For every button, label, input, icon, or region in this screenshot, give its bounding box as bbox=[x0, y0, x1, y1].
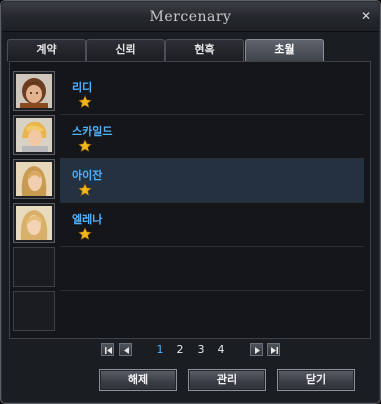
mercenary-name: 아이잔 bbox=[72, 169, 103, 182]
empty-slot bbox=[13, 291, 55, 331]
portrait-elena[interactable] bbox=[13, 203, 55, 243]
list-item bbox=[60, 247, 364, 291]
tab-bar: 계약 신뢰 현혹 초월 bbox=[7, 39, 325, 61]
star-icon bbox=[78, 139, 92, 153]
star-icon bbox=[78, 183, 92, 197]
page-number[interactable]: 1 bbox=[154, 343, 166, 356]
tab-transcend[interactable]: 초월 bbox=[245, 39, 324, 61]
first-page-icon[interactable] bbox=[101, 343, 114, 356]
list-item bbox=[60, 291, 364, 335]
mercenary-name: 엘레나 bbox=[72, 213, 103, 226]
portrait-aizan[interactable] bbox=[13, 159, 55, 199]
portrait-lidi[interactable] bbox=[13, 71, 55, 111]
tab-charm[interactable]: 현혹 bbox=[165, 39, 244, 61]
prev-page-icon[interactable] bbox=[119, 343, 132, 356]
page-number[interactable]: 4 bbox=[215, 343, 227, 356]
mercenary-list: 리디 스카일드 아이잔 엘레나 bbox=[60, 71, 364, 335]
page-number[interactable]: 2 bbox=[174, 343, 186, 356]
close-button[interactable]: 닫기 bbox=[277, 369, 355, 391]
empty-slot bbox=[13, 247, 55, 287]
star-icon bbox=[78, 227, 92, 241]
next-page-icon[interactable] bbox=[250, 343, 263, 356]
list-item[interactable]: 엘레나 bbox=[60, 203, 364, 247]
mercenary-name: 스카일드 bbox=[72, 125, 113, 138]
list-item-selected[interactable]: 아이잔 bbox=[60, 159, 364, 203]
mercenary-name: 리디 bbox=[72, 81, 93, 94]
mercenary-window: Mercenary ✕ 계약 신뢰 현혹 초월 리디 스카일드 아이잔 엘레나 … bbox=[0, 0, 381, 404]
star-icon bbox=[78, 95, 92, 109]
list-item[interactable]: 스카일드 bbox=[60, 115, 364, 159]
tab-contract[interactable]: 계약 bbox=[7, 39, 86, 61]
manage-button[interactable]: 관리 bbox=[188, 369, 266, 391]
list-item[interactable]: 리디 bbox=[60, 71, 364, 115]
pagination: 1 2 3 4 bbox=[101, 343, 281, 357]
close-icon[interactable]: ✕ bbox=[359, 9, 373, 23]
tab-trust[interactable]: 신뢰 bbox=[86, 39, 165, 61]
last-page-icon[interactable] bbox=[267, 343, 280, 356]
page-number[interactable]: 3 bbox=[195, 343, 207, 356]
dismiss-button[interactable]: 해제 bbox=[99, 369, 177, 391]
title-bar[interactable]: Mercenary ✕ bbox=[2, 2, 379, 32]
portrait-skyld[interactable] bbox=[13, 115, 55, 155]
window-title: Mercenary bbox=[149, 9, 232, 25]
